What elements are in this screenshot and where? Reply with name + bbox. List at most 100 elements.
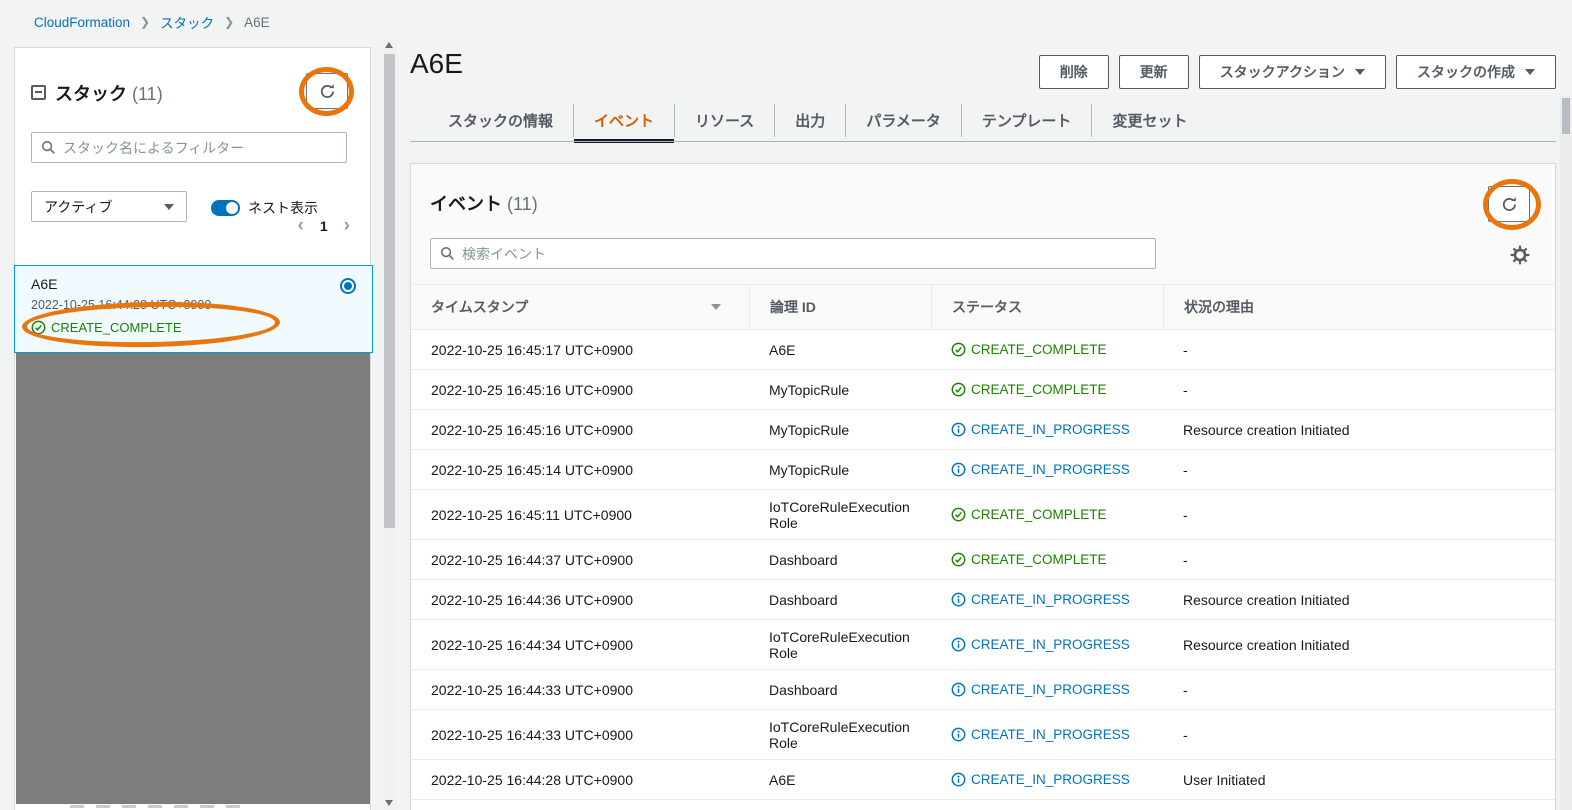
event-logical-id: Dashboard <box>749 592 931 608</box>
tab-6[interactable]: 変更セット <box>1092 100 1207 141</box>
tab-2[interactable]: リソース <box>675 100 774 141</box>
tab-1[interactable]: イベント <box>574 100 674 141</box>
event-status-reason: - <box>1163 342 1555 358</box>
refresh-icon <box>319 83 336 100</box>
prev-page-button[interactable]: ‹ <box>298 216 304 235</box>
events-table-body: 2022-10-25 16:45:17 UTC+0900A6ECREATE_CO… <box>411 330 1555 800</box>
event-status-label: CREATE_IN_PROGRESS <box>971 592 1130 607</box>
page-title: A6E <box>410 48 463 80</box>
scroll-down-arrow-icon[interactable] <box>385 800 393 806</box>
event-status-reason: Resource creation Initiated <box>1163 592 1555 608</box>
event-logical-id: Dashboard <box>749 682 931 698</box>
current-page-number: 1 <box>320 218 328 234</box>
chevron-right-icon: ❯ <box>224 15 234 29</box>
action-button-0[interactable]: 削除 <box>1039 55 1109 89</box>
event-status: CREATE_IN_PROGRESS <box>931 637 1163 652</box>
chevron-down-icon <box>164 204 174 210</box>
column-header-logical-id[interactable]: 論理 ID <box>749 285 931 329</box>
column-header-status-reason[interactable]: 状況の理由 <box>1163 285 1555 329</box>
event-status: CREATE_IN_PROGRESS <box>931 592 1163 607</box>
scroll-up-arrow-icon[interactable] <box>385 42 393 48</box>
search-icon <box>440 246 455 261</box>
check-circle-icon <box>951 382 966 397</box>
event-status-label: CREATE_COMPLETE <box>971 552 1107 567</box>
breadcrumb-cloudformation[interactable]: CloudFormation <box>34 15 130 30</box>
events-preferences-button[interactable] <box>1509 244 1531 266</box>
stack-count: (11) <box>132 84 163 104</box>
event-status: CREATE_COMPLETE <box>931 342 1163 357</box>
event-timestamp: 2022-10-25 16:44:34 UTC+0900 <box>411 637 749 653</box>
tab-3[interactable]: 出力 <box>775 100 845 141</box>
stack-status-filter-select[interactable]: アクティブ <box>31 191 187 222</box>
event-status-label: CREATE_IN_PROGRESS <box>971 462 1130 477</box>
event-timestamp: 2022-10-25 16:45:16 UTC+0900 <box>411 422 749 438</box>
next-page-button[interactable]: › <box>344 216 350 235</box>
event-row: 2022-10-25 16:45:17 UTC+0900A6ECREATE_CO… <box>411 330 1555 370</box>
scrollbar-thumb[interactable] <box>384 54 395 528</box>
event-timestamp: 2022-10-25 16:45:11 UTC+0900 <box>411 507 749 523</box>
tab-5[interactable]: テンプレート <box>962 100 1092 141</box>
redacted-stack-list-area <box>16 353 370 804</box>
info-circle-icon <box>951 682 966 697</box>
check-circle-icon <box>951 342 966 357</box>
event-status-label: CREATE_COMPLETE <box>971 342 1107 357</box>
stacks-sidebar-panel: スタック (11) アクティブ ネスト表示 ‹ 1 › A6E 2022-10- <box>14 47 371 810</box>
column-header-timestamp[interactable]: タイムスタンプ <box>411 285 749 329</box>
event-timestamp: 2022-10-25 16:44:28 UTC+0900 <box>411 772 749 788</box>
event-row: 2022-10-25 16:45:16 UTC+0900MyTopicRuleC… <box>411 410 1555 450</box>
events-search-input[interactable] <box>462 246 1146 262</box>
stack-status-badge: CREATE_COMPLETE <box>31 320 182 335</box>
stack-filter-input[interactable] <box>63 140 337 156</box>
stack-filter-box <box>31 132 347 163</box>
stack-list-item-a6e[interactable]: A6E 2022-10-25 16:44:28 UTC+0900 CREATE_… <box>14 265 373 353</box>
chevron-down-icon <box>1525 69 1535 75</box>
nested-view-toggle[interactable] <box>211 200 240 216</box>
event-status-label: CREATE_COMPLETE <box>971 507 1107 522</box>
event-status: CREATE_IN_PROGRESS <box>931 422 1163 437</box>
events-refresh-button[interactable] <box>1488 186 1530 222</box>
event-timestamp: 2022-10-25 16:45:17 UTC+0900 <box>411 342 749 358</box>
search-icon <box>41 140 56 155</box>
chevron-down-icon <box>1355 69 1365 75</box>
event-status-label: CREATE_IN_PROGRESS <box>971 772 1130 787</box>
tab-0[interactable]: スタックの情報 <box>428 100 573 141</box>
event-row: 2022-10-25 16:45:14 UTC+0900MyTopicRuleC… <box>411 450 1555 490</box>
breadcrumb-stacks[interactable]: スタック <box>160 12 214 32</box>
column-header-status[interactable]: ステータス <box>931 285 1163 329</box>
breadcrumb: CloudFormation ❯ スタック ❯ A6E <box>34 12 270 32</box>
event-status-reason: - <box>1163 727 1555 743</box>
stack-name: A6E <box>31 276 57 292</box>
stack-action-bar: 削除更新 スタックアクション スタックの作成 <box>1039 55 1556 89</box>
sidebar-refresh-button[interactable] <box>306 73 348 109</box>
event-row: 2022-10-25 16:44:28 UTC+0900A6ECREATE_IN… <box>411 760 1555 800</box>
stack-selected-radio[interactable] <box>340 278 356 294</box>
event-timestamp: 2022-10-25 16:45:16 UTC+0900 <box>411 382 749 398</box>
tab-4[interactable]: パラメータ <box>846 100 961 141</box>
action-button-3[interactable]: スタックの作成 <box>1396 55 1556 89</box>
event-status: CREATE_IN_PROGRESS <box>931 462 1163 477</box>
event-status-reason: - <box>1163 552 1555 568</box>
action-button-1[interactable]: 更新 <box>1119 55 1189 89</box>
info-circle-icon <box>951 462 966 477</box>
action-button-label: スタックアクション <box>1220 62 1345 82</box>
event-row: 2022-10-25 16:45:11 UTC+0900IoTCoreRuleE… <box>411 490 1555 540</box>
stack-status-filter-value: アクティブ <box>44 197 112 217</box>
collapse-panel-icon[interactable] <box>31 85 46 100</box>
event-status-reason: - <box>1163 382 1555 398</box>
gear-icon <box>1509 244 1531 266</box>
sidebar-scrollbar[interactable] <box>382 38 397 810</box>
action-button-label: スタックの作成 <box>1417 62 1515 82</box>
event-logical-id: IoTCoreRuleExecutionRole <box>749 719 931 751</box>
event-logical-id: IoTCoreRuleExecutionRole <box>749 499 931 531</box>
window-scrollbar[interactable] <box>1560 96 1572 810</box>
event-logical-id: MyTopicRule <box>749 422 931 438</box>
event-timestamp: 2022-10-25 16:44:36 UTC+0900 <box>411 592 749 608</box>
info-circle-icon <box>951 637 966 652</box>
nested-view-label: ネスト表示 <box>248 198 318 218</box>
sidebar-title: スタック (11) <box>55 80 163 106</box>
event-row: 2022-10-25 16:45:16 UTC+0900MyTopicRuleC… <box>411 370 1555 410</box>
event-status-reason: - <box>1163 462 1555 478</box>
window-scrollbar-thumb[interactable] <box>1562 98 1570 134</box>
action-button-2[interactable]: スタックアクション <box>1199 55 1386 89</box>
event-status-label: CREATE_IN_PROGRESS <box>971 727 1130 742</box>
